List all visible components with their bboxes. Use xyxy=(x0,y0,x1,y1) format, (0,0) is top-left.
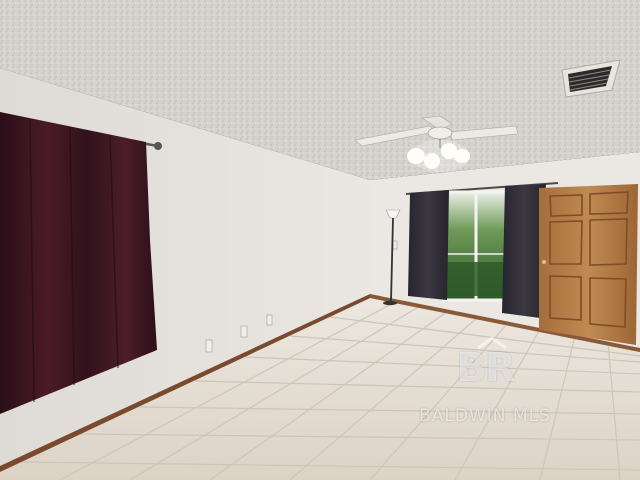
curtain-rod-finial xyxy=(154,142,162,150)
wall-outlet xyxy=(266,314,273,326)
room-photo: BR BALDWIN MLS xyxy=(0,0,640,480)
wall-outlet xyxy=(392,240,398,250)
watermark-label: BALDWIN MLS xyxy=(419,406,551,426)
watermark-logo: BR xyxy=(456,345,515,391)
wall-outlet xyxy=(205,339,213,353)
back-curtain-left xyxy=(408,190,449,300)
wall-outlet xyxy=(240,325,248,338)
wooden-door xyxy=(539,184,638,345)
window-hedge xyxy=(446,262,506,296)
